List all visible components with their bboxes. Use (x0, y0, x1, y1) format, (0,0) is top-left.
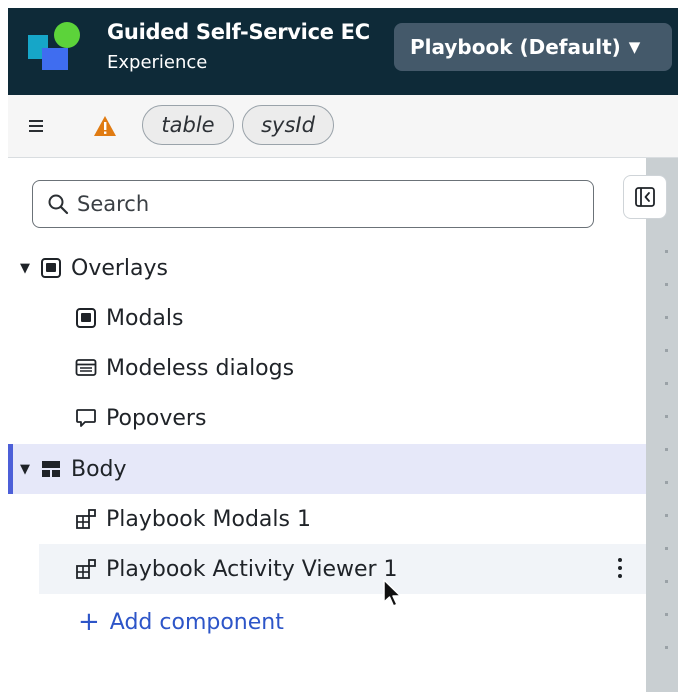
caret-down-icon[interactable]: ▼ (20, 462, 34, 477)
collapse-panel-icon (635, 187, 655, 207)
search-icon (48, 194, 69, 215)
add-component-link[interactable]: + Add component (78, 602, 284, 642)
overlay-icon (41, 258, 61, 278)
tree-item-playbook-activity-viewer[interactable]: Playbook Activity Viewer 1 (39, 544, 646, 594)
search-input[interactable] (77, 192, 557, 216)
component-icon (76, 559, 96, 579)
plus-icon: + (78, 607, 100, 637)
popover-icon (76, 409, 96, 427)
add-component-label: Add component (109, 609, 284, 635)
app-logo (28, 22, 84, 78)
caret-down-icon: ▼ (628, 38, 641, 56)
tree-item-label: Modals (106, 305, 184, 331)
more-options-icon[interactable] (616, 556, 624, 580)
tree-item-overlays[interactable]: ▼ Overlays (8, 243, 646, 293)
collapse-panel-button[interactable] (623, 175, 667, 219)
toolbar: table sysId (8, 95, 678, 158)
tree-item-label: Modeless dialogs (106, 355, 295, 381)
tree-item-body[interactable]: ▼ Body (8, 444, 646, 494)
mouse-cursor-icon (383, 579, 402, 607)
tree-item-label: Overlays (71, 255, 168, 281)
tree-item-modals[interactable]: Modals (8, 293, 646, 343)
tree-item-label: Body (71, 456, 127, 482)
tree-item-label: Playbook Activity Viewer 1 (106, 556, 398, 582)
menu-icon[interactable] (29, 120, 43, 132)
app-header: Guided Self-Service EC Experience Playbo… (8, 8, 678, 95)
variant-label: Playbook (Default) (410, 35, 621, 59)
panel-edge-dots (665, 250, 669, 679)
variant-dropdown-button[interactable]: Playbook (Default) ▼ (394, 23, 672, 71)
modal-icon (76, 308, 96, 328)
caret-down-icon[interactable]: ▼ (20, 261, 34, 276)
right-panel (646, 158, 678, 692)
app-title: Guided Self-Service EC (107, 20, 370, 44)
tree-item-label: Playbook Modals 1 (106, 506, 311, 532)
component-icon (76, 509, 96, 529)
component-tree-panel: ▼ Overlays Modals Modeless dialogs Popov… (8, 158, 646, 692)
layout-icon (42, 461, 60, 477)
tree-item-popovers[interactable]: Popovers (8, 393, 646, 443)
url-param-chip-table[interactable]: table (142, 105, 234, 145)
app-subtitle: Experience (107, 52, 208, 73)
tree-item-playbook-modals[interactable]: Playbook Modals 1 (8, 494, 646, 544)
search-box[interactable] (32, 180, 594, 228)
top-strip (0, 0, 678, 8)
tree-item-label: Popovers (106, 405, 207, 431)
warning-icon[interactable] (93, 115, 117, 137)
tree-item-modeless-dialogs[interactable]: Modeless dialogs (8, 343, 646, 393)
modeless-dialog-icon (75, 359, 97, 376)
url-param-chip-sysid[interactable]: sysId (242, 105, 334, 145)
